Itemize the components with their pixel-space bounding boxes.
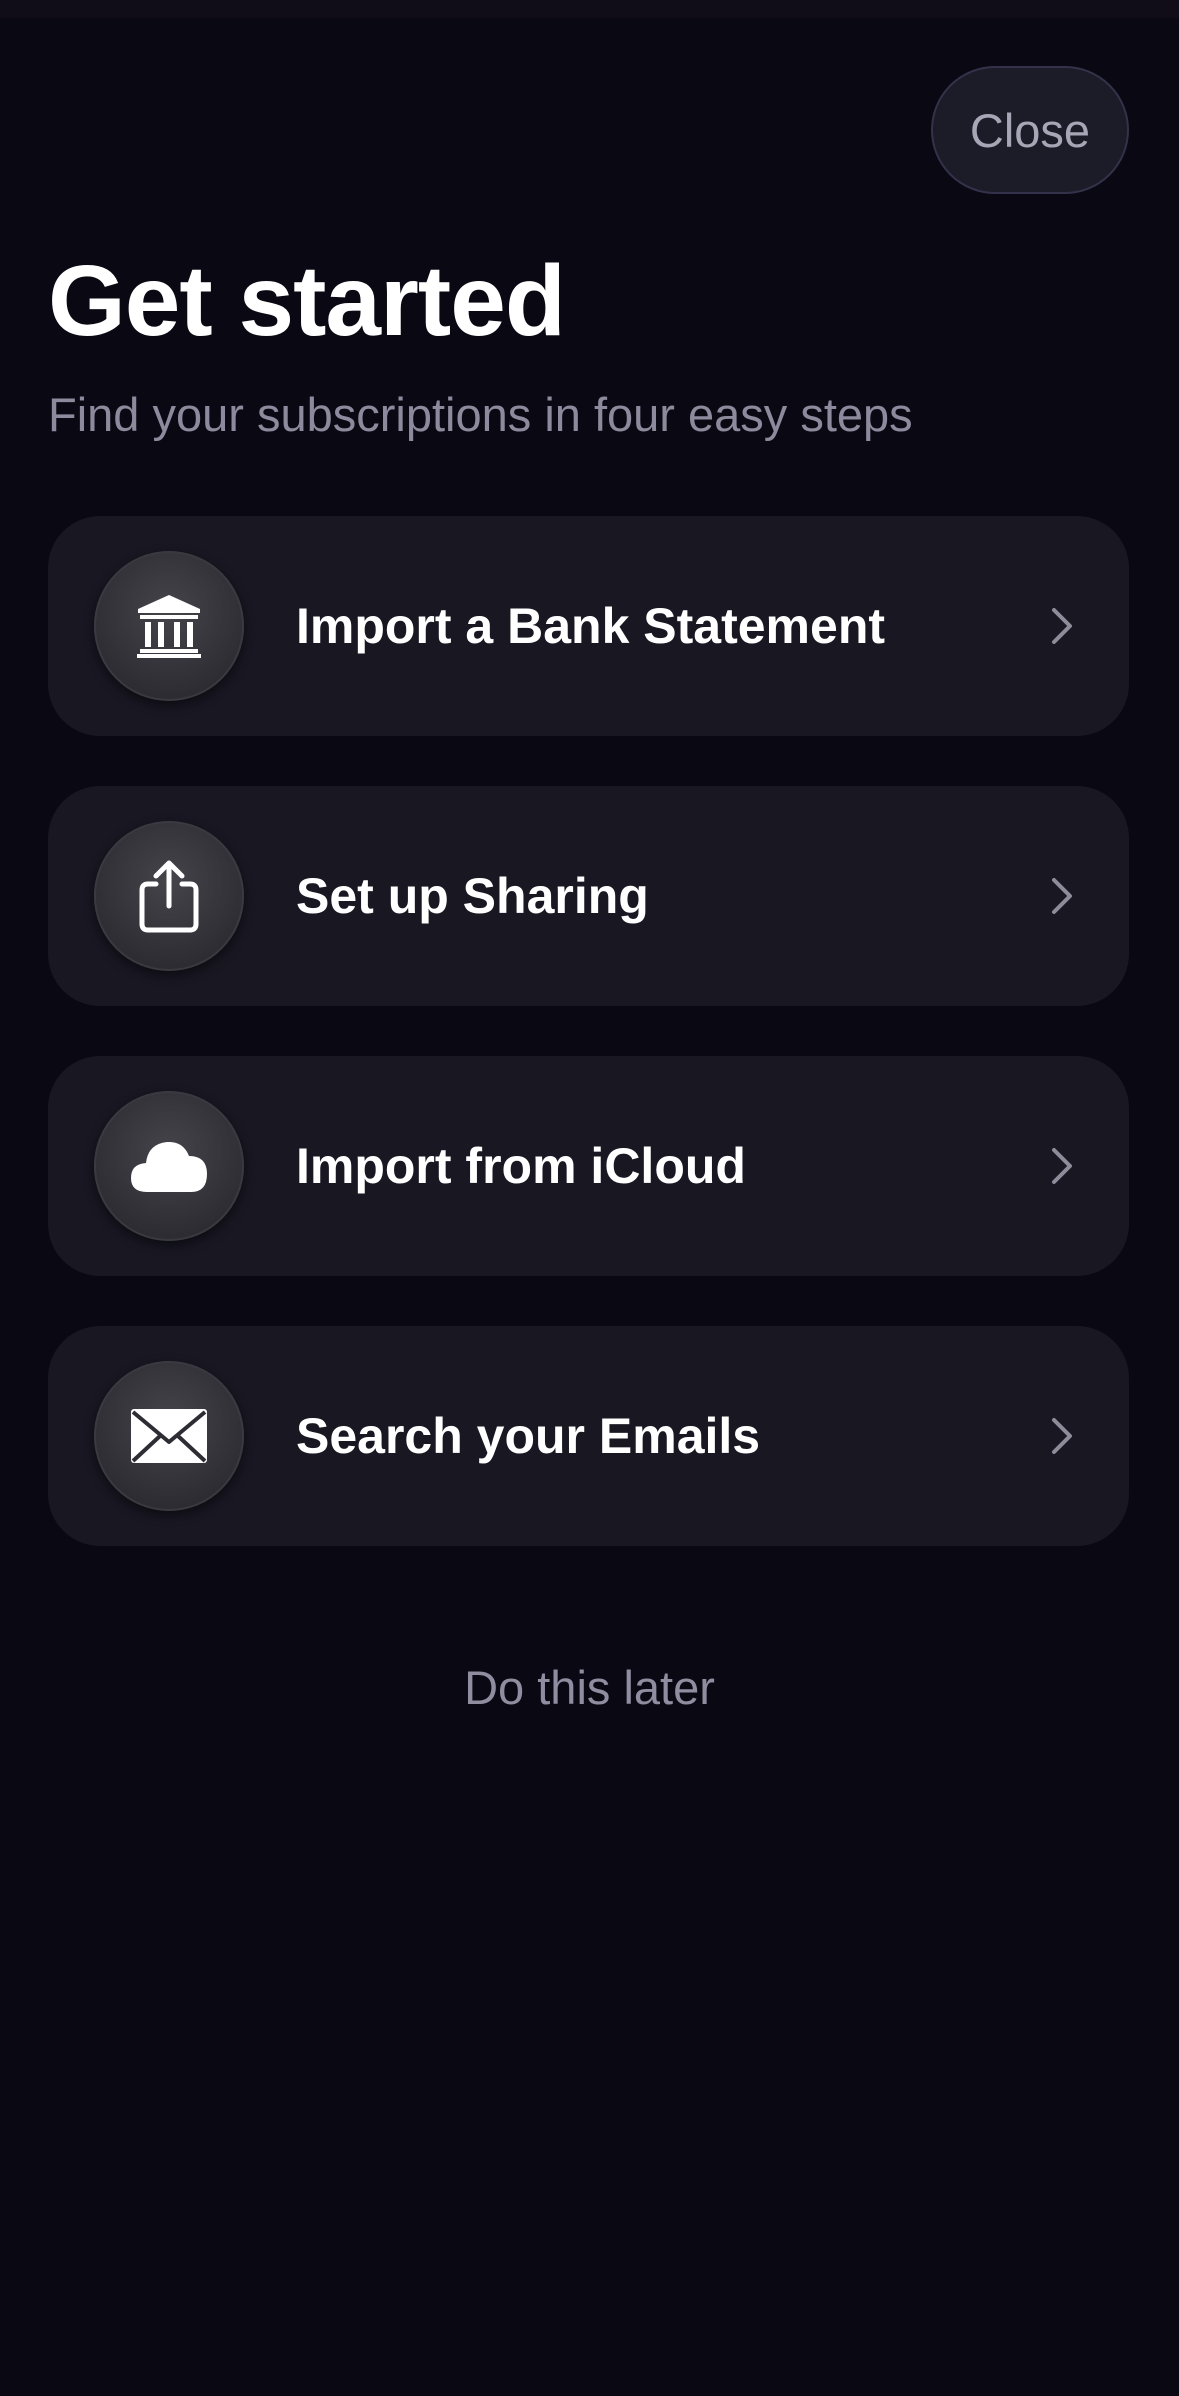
envelope-icon: [94, 1361, 244, 1511]
chevron-right-icon: [1052, 608, 1072, 644]
step-import-bank-statement[interactable]: Import a Bank Statement: [48, 516, 1129, 736]
do-this-later-button[interactable]: Do this later: [0, 1660, 1179, 1715]
page-title: Get started: [48, 245, 566, 357]
step-set-up-sharing[interactable]: Set up Sharing: [48, 786, 1129, 1006]
bank-icon: [94, 551, 244, 701]
chevron-right-icon: [1052, 1148, 1072, 1184]
steps-list: Import a Bank Statement Set up Sharing I…: [48, 516, 1129, 1596]
cloud-icon: [94, 1091, 244, 1241]
chevron-right-icon: [1052, 878, 1072, 914]
status-bar-strip: [0, 0, 1179, 18]
step-label: Import a Bank Statement: [296, 598, 886, 654]
share-icon: [94, 821, 244, 971]
close-button[interactable]: Close: [931, 66, 1129, 194]
step-import-from-icloud[interactable]: Import from iCloud: [48, 1056, 1129, 1276]
chevron-right-icon: [1052, 1418, 1072, 1454]
step-label: Import from iCloud: [296, 1138, 746, 1194]
step-search-emails[interactable]: Search your Emails: [48, 1326, 1129, 1546]
step-label: Set up Sharing: [296, 868, 649, 924]
page-subtitle: Find your subscriptions in four easy ste…: [48, 388, 913, 441]
step-label: Search your Emails: [296, 1408, 761, 1464]
